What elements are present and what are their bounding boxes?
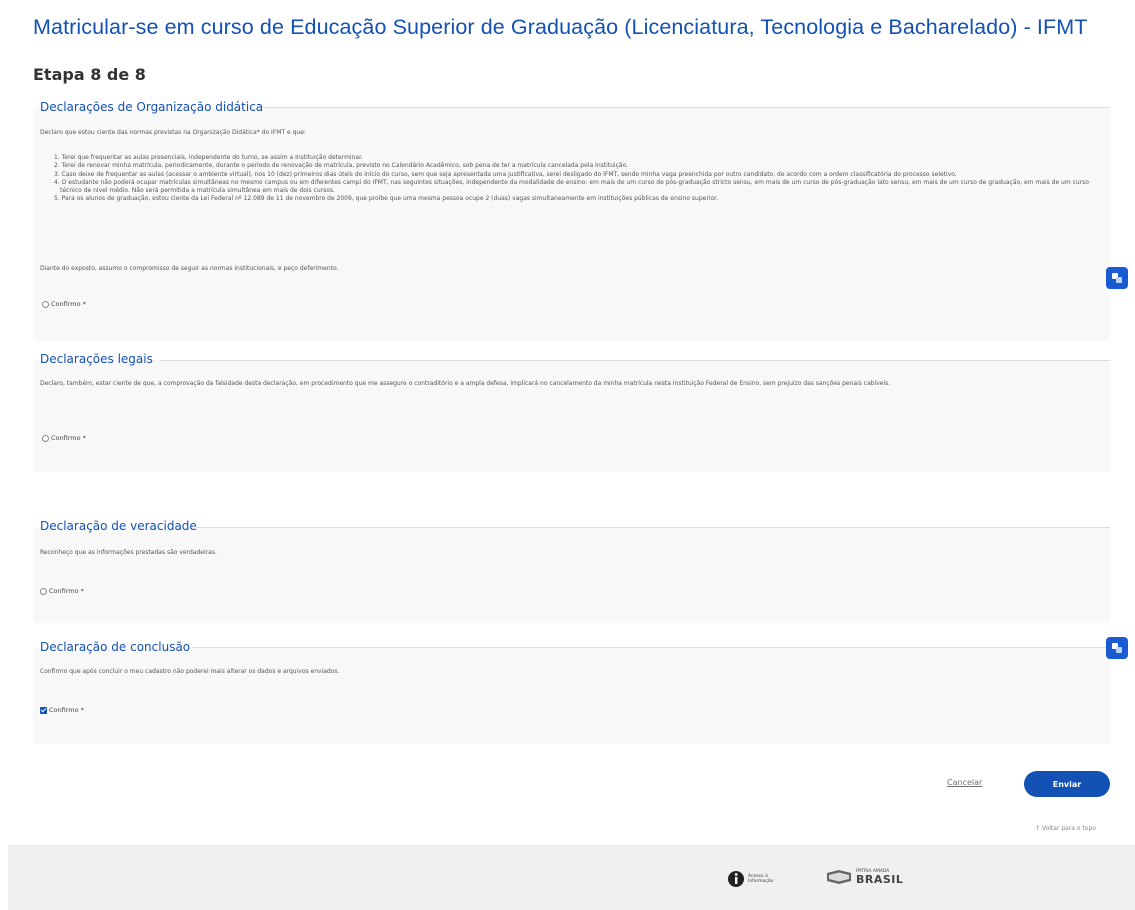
brasil-government-logo[interactable]: PÁTRIA AMADA BRASIL: [826, 869, 903, 885]
list-item: 1. Terei que frequentar as aulas presenc…: [54, 154, 363, 161]
step-indicator: Etapa 8 de 8: [33, 65, 146, 84]
legal-declaration-section: [33, 360, 1110, 472]
checkbox-checked[interactable]: [40, 706, 47, 714]
list-item: 5. Para os alunos de graduação, estou ci…: [54, 195, 718, 203]
org-closing-text: Diante do exposto, assumo o compromisso …: [40, 265, 339, 272]
radio-button[interactable]: [42, 434, 49, 442]
org-confirm-radio[interactable]: Confirmo *: [42, 300, 86, 308]
confirm-label: Confirmo *: [49, 706, 84, 714]
list-item: 3. Caso deixe de frequentar as aulas (ac…: [54, 170, 957, 178]
section-divider: [192, 647, 1110, 648]
list-item: 2. Terei de renovar minha matrícula, per…: [54, 162, 629, 170]
legal-text: Declaro, também, estar ciente de que, a …: [40, 380, 891, 387]
submit-button[interactable]: Enviar: [1024, 771, 1110, 797]
confirm-label: Confirmo *: [51, 300, 86, 308]
translate-button[interactable]: [1106, 637, 1128, 659]
org-declaration-section: [33, 108, 1110, 341]
flag-icon: [827, 870, 851, 884]
brasil-logo-text: PÁTRIA AMADA BRASIL: [856, 869, 903, 885]
section-legend-legal: Declarações legais: [40, 352, 153, 366]
translate-button[interactable]: [1106, 267, 1128, 289]
brasil-wordmark: BRASIL: [856, 873, 904, 886]
conclusion-declaration-section: [33, 648, 1110, 744]
legal-confirm-radio[interactable]: Confirmo *: [42, 434, 86, 442]
section-legend-conclusion: Declaração de conclusão: [40, 640, 191, 654]
translate-icon: [1112, 643, 1122, 653]
back-to-top-link[interactable]: ↑ Voltar para o topo: [1035, 825, 1096, 832]
section-divider: [196, 527, 1110, 528]
conclusion-text: Confirmo que após concluir o meu cadastr…: [40, 668, 340, 675]
truth-text: Reconheço que as informações prestadas s…: [40, 549, 217, 556]
cancel-link[interactable]: Cancelar: [947, 778, 982, 787]
confirm-label: Confirmo *: [51, 434, 86, 442]
list-item: 4. O estudante não poderá ocupar matrícu…: [54, 178, 1089, 195]
confirm-label: Confirmo *: [49, 587, 84, 595]
footer: [8, 845, 1135, 910]
access-logo-text: Acesso à Informação: [748, 874, 774, 884]
radio-button[interactable]: [42, 300, 49, 308]
section-divider: [263, 107, 1110, 108]
info-icon: [728, 871, 744, 887]
section-divider: [160, 360, 1110, 361]
section-legend-truth: Declaração de veracidade: [40, 519, 197, 533]
section-legend-org: Declarações de Organização didática: [40, 100, 264, 114]
truth-confirm-radio[interactable]: Confirmo *: [40, 587, 84, 595]
org-intro-text: Declaro que estou ciente das normas prev…: [40, 129, 306, 136]
conclusion-confirm-checkbox[interactable]: Confirmo *: [40, 706, 84, 714]
radio-button[interactable]: [40, 587, 47, 595]
page-title: Matricular-se em curso de Educação Super…: [33, 15, 1088, 39]
org-rules-list: 1. Terei que frequentar as aulas presenc…: [50, 154, 1100, 204]
truth-declaration-section: [33, 527, 1110, 623]
access-to-information-logo[interactable]: Acesso à Informação: [728, 869, 780, 889]
translate-icon: [1112, 273, 1122, 283]
